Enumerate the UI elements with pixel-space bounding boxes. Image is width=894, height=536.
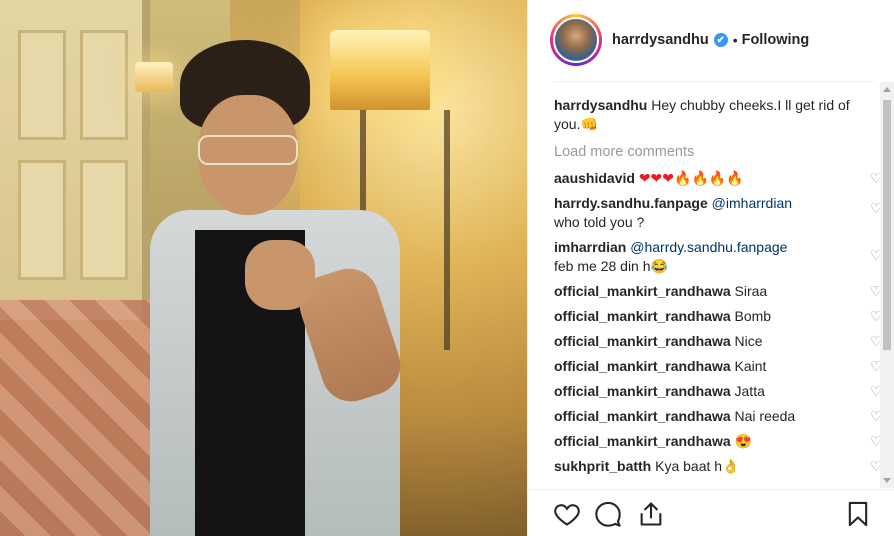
- comment-row: imharrdian @harrdy.sandhu.fanpage feb me…: [554, 238, 884, 276]
- comment-row: aaushidavid ❤❤❤🔥🔥🔥🔥 ♡: [554, 169, 884, 188]
- post-actions-bar: [550, 500, 880, 532]
- comment-mention[interactable]: @imharrdian: [712, 195, 792, 211]
- comments-list: harrdysandhu Hey chubby cheeks.I ll get …: [554, 96, 884, 488]
- bookmark-icon: [848, 501, 868, 527]
- scroll-up-arrow-icon[interactable]: [883, 87, 891, 92]
- comment-text: Kaint: [734, 358, 767, 374]
- fist-emoji: 👊: [580, 116, 598, 132]
- comment-row: official_mankirt_randhawa Nai reeda ♡: [554, 407, 884, 426]
- heart-emojis: ❤❤❤: [638, 170, 675, 186]
- header-username[interactable]: harrdysandhu: [612, 32, 709, 48]
- comment-text: feb me 28 din h: [554, 258, 651, 274]
- comment-username[interactable]: official_mankirt_randhawa: [554, 408, 731, 424]
- comment-username[interactable]: aaushidavid: [554, 170, 635, 186]
- caption: harrdysandhu Hey chubby cheeks.I ll get …: [554, 96, 884, 134]
- post-photo[interactable]: [0, 0, 527, 536]
- comment-username[interactable]: official_mankirt_randhawa: [554, 333, 731, 349]
- verified-badge-icon: ✔: [713, 33, 728, 47]
- door-background: [0, 0, 150, 320]
- actions-divider: [528, 489, 894, 490]
- comment-row: official_mankirt_randhawa Nice ♡: [554, 332, 884, 351]
- comment-username[interactable]: official_mankirt_randhawa: [554, 358, 731, 374]
- scrollbar-thumb[interactable]: [883, 100, 891, 350]
- comment-username[interactable]: official_mankirt_randhawa: [554, 383, 731, 399]
- comment-text: Bomb: [734, 308, 772, 324]
- share-icon: [640, 502, 662, 526]
- comment-username[interactable]: imharrdian: [554, 239, 626, 255]
- post-side-panel: harrdysandhu ✔ • Following harrdysandhu …: [527, 0, 894, 536]
- glasses: [198, 135, 298, 165]
- header-divider: [553, 81, 874, 82]
- load-more-comments-button[interactable]: Load more comments: [554, 143, 884, 162]
- comment-row: sukhprit_batth Kya baat h👌 ♡: [554, 457, 884, 476]
- comment-text: Siraa: [734, 283, 768, 299]
- comment-text: Nai reeda: [734, 408, 796, 424]
- following-button[interactable]: Following: [742, 32, 810, 48]
- comment-row: harrdy.sandhu.fanpage @imharrdian who to…: [554, 194, 884, 232]
- story-ring[interactable]: [550, 14, 602, 66]
- share-button[interactable]: [637, 500, 667, 530]
- ok-hand-emoji: 👌: [722, 458, 740, 474]
- save-button[interactable]: [844, 500, 874, 530]
- comment-text: Kya baat h: [655, 458, 723, 474]
- comment-row: official_mankirt_randhawa 😍 ♡: [554, 432, 884, 451]
- comment-text: Nice: [734, 333, 763, 349]
- pointing-hand: [245, 240, 315, 310]
- post-header: harrdysandhu ✔ • Following: [528, 0, 894, 80]
- comment-username[interactable]: official_mankirt_randhawa: [554, 283, 731, 299]
- fire-emojis: 🔥🔥🔥🔥: [674, 170, 744, 186]
- heart-eyes-emoji: 😍: [734, 433, 752, 449]
- comment-username[interactable]: official_mankirt_randhawa: [554, 308, 731, 324]
- comment-row: official_mankirt_randhawa Bomb ♡: [554, 307, 884, 326]
- separator-dot: •: [732, 32, 738, 48]
- comment-mention[interactable]: @harrdy.sandhu.fanpage: [630, 239, 787, 255]
- comment-username[interactable]: official_mankirt_randhawa: [554, 433, 731, 449]
- comment-text: Jatta: [734, 383, 765, 399]
- comment-row: official_mankirt_randhawa Jatta ♡: [554, 382, 884, 401]
- comment-bubble-icon: [595, 501, 621, 527]
- comment-username[interactable]: sukhprit_batth: [554, 458, 651, 474]
- comment-button[interactable]: [594, 500, 624, 530]
- person-figure: [150, 40, 420, 536]
- comment-username[interactable]: harrdy.sandhu.fanpage: [554, 195, 708, 211]
- comment-row: official_mankirt_randhawa Kaint ♡: [554, 357, 884, 376]
- comments-scrollbar[interactable]: [880, 82, 894, 488]
- comment-row: official_mankirt_randhawa Siraa ♡: [554, 282, 884, 301]
- like-button[interactable]: [553, 500, 583, 530]
- laugh-emoji: 😂: [650, 258, 668, 274]
- comment-text: who told you ?: [554, 214, 645, 230]
- avatar[interactable]: [553, 17, 599, 63]
- heart-outline-icon: [554, 504, 580, 526]
- caption-username[interactable]: harrdysandhu: [554, 97, 647, 113]
- scroll-down-arrow-icon[interactable]: [883, 478, 891, 483]
